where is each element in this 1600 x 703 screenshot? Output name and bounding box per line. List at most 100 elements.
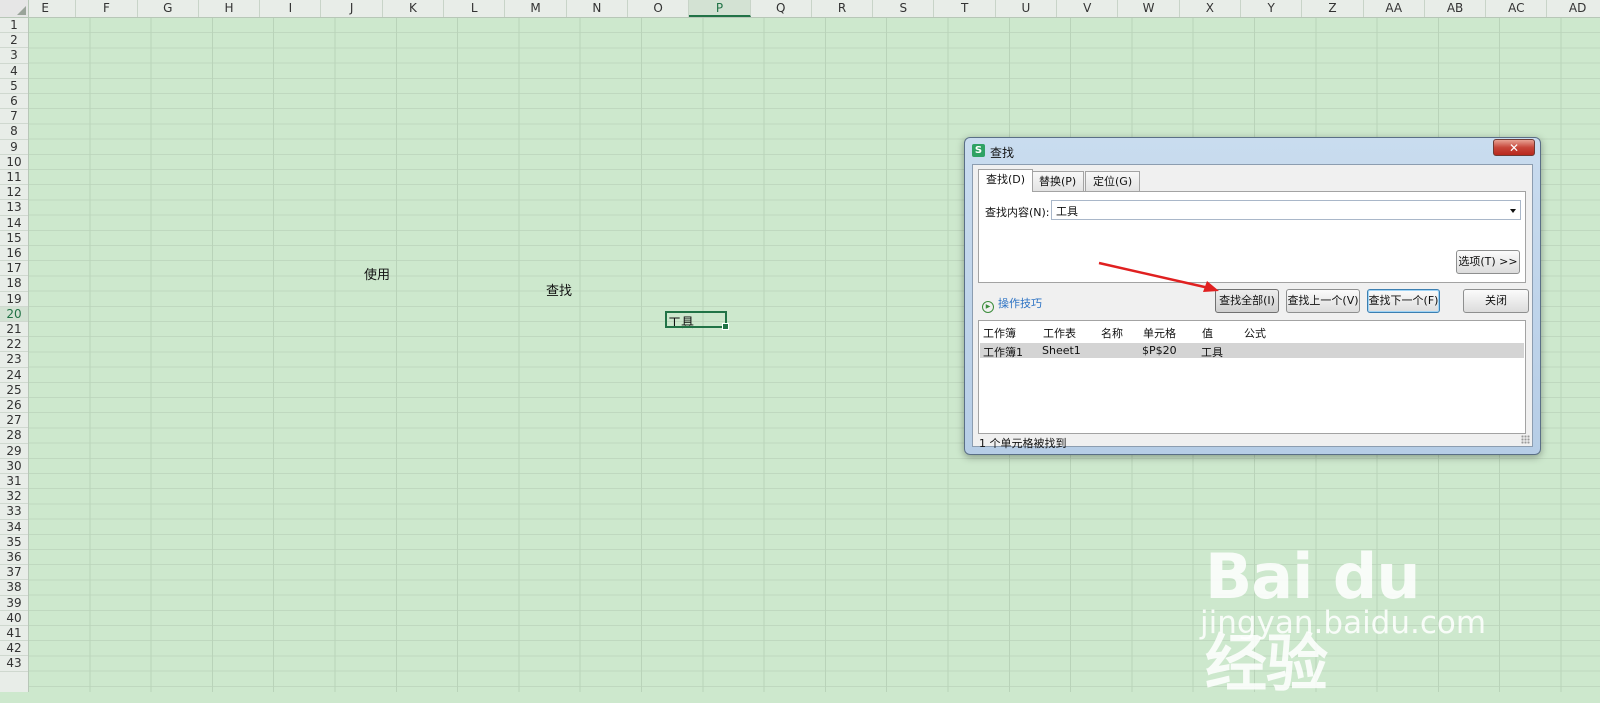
column-header-X[interactable]: X [1180,0,1241,17]
row-header-28[interactable]: 28 [0,428,28,443]
row-header-21[interactable]: 21 [0,322,28,337]
result-workbook: 工作簿1 [983,344,1023,360]
results-header-formula[interactable]: 公式 [1244,325,1266,341]
row-header-12[interactable]: 12 [0,185,28,200]
column-header-M[interactable]: M [505,0,566,17]
column-header-E[interactable]: E [15,0,76,17]
row-header-24[interactable]: 24 [0,368,28,383]
column-header-T[interactable]: T [935,0,996,17]
row-header-34[interactable]: 34 [0,520,28,535]
dialog-titlebar[interactable]: S 查找 ✕ [965,138,1540,164]
column-header-K[interactable]: K [383,0,444,17]
row-header-17[interactable]: 17 [0,261,28,276]
row-header-25[interactable]: 25 [0,383,28,398]
row-header-9[interactable]: 9 [0,140,28,155]
row-header-19[interactable]: 19 [0,292,28,307]
column-header-AB[interactable]: AB [1425,0,1486,17]
close-icon[interactable]: ✕ [1493,139,1535,156]
row-header-14[interactable]: 14 [0,216,28,231]
column-header-N[interactable]: N [567,0,628,17]
column-header-R[interactable]: R [812,0,873,17]
row-header-38[interactable]: 38 [0,580,28,595]
find-what-combobox[interactable]: 工具 [1051,200,1521,220]
row-header-26[interactable]: 26 [0,398,28,413]
row-header-6[interactable]: 6 [0,94,28,109]
annotation-arrow-head [1203,281,1219,292]
column-header-S[interactable]: S [873,0,934,17]
options-button[interactable]: 选项(T) >> [1456,250,1520,274]
row-header-20[interactable]: 20 [0,307,28,322]
find-what-value[interactable]: 工具 [1056,203,1078,219]
row-header-16[interactable]: 16 [0,246,28,261]
find-next-button[interactable]: 查找下一个(F) [1367,289,1440,313]
row-header-40[interactable]: 40 [0,611,28,626]
column-header-AC[interactable]: AC [1486,0,1547,17]
row-header-30[interactable]: 30 [0,459,28,474]
row-header-37[interactable]: 37 [0,565,28,580]
find-previous-button[interactable]: 查找上一个(V) [1286,289,1360,313]
active-cell-outline [665,311,727,328]
column-header-L[interactable]: L [444,0,505,17]
results-list[interactable]: 工作簿 工作表 名称 单元格 值 公式 工作簿1 Sheet1 $P$20 工具 [978,320,1526,434]
result-sheet: Sheet1 [1042,344,1081,357]
row-header-7[interactable]: 7 [0,109,28,124]
column-header-U[interactable]: U [996,0,1057,17]
cell-K17[interactable]: 使用 [364,264,390,283]
row-header-32[interactable]: 32 [0,489,28,504]
row-header-27[interactable]: 27 [0,413,28,428]
row-header-33[interactable]: 33 [0,504,28,519]
tab-find[interactable]: 查找(D) [978,169,1033,192]
dialog-body: 查找(D) 替换(P) 定位(G) 查找内容(N): 工具 选项(T) >> ▶… [972,164,1533,447]
tab-replace[interactable]: 替换(P) [1031,171,1084,191]
column-header-J[interactable]: J [322,0,383,17]
chevron-down-icon[interactable] [1510,209,1516,213]
column-header-Z[interactable]: Z [1302,0,1363,17]
tips-link[interactable]: ▶操作技巧 [982,295,1042,313]
close-button[interactable]: 关闭 [1463,289,1529,313]
row-header-29[interactable]: 29 [0,444,28,459]
column-header-G[interactable]: G [138,0,199,17]
cell-N18[interactable]: 查找 [546,280,572,299]
resize-grip-icon[interactable] [1521,435,1530,444]
row-header-35[interactable]: 35 [0,535,28,550]
row-header-22[interactable]: 22 [0,337,28,352]
row-header-18[interactable]: 18 [0,276,28,291]
column-header-Q[interactable]: Q [751,0,812,17]
row-header-15[interactable]: 15 [0,231,28,246]
column-headers: EFGHIJKLMNOPQRSTUVWXYZAAABACAD [29,0,1600,18]
row-header-2[interactable]: 2 [0,33,28,48]
column-header-W[interactable]: W [1118,0,1179,17]
row-header-10[interactable]: 10 [0,155,28,170]
row-header-39[interactable]: 39 [0,596,28,611]
column-header-AD[interactable]: AD [1548,0,1600,17]
column-header-V[interactable]: V [1057,0,1118,17]
column-header-AA[interactable]: AA [1364,0,1425,17]
row-header-5[interactable]: 5 [0,79,28,94]
results-header-sheet[interactable]: 工作表 [1043,325,1076,341]
column-header-O[interactable]: O [628,0,689,17]
column-header-F[interactable]: F [76,0,137,17]
table-row[interactable]: 工作簿1 Sheet1 $P$20 工具 [980,343,1524,358]
column-header-H[interactable]: H [199,0,260,17]
results-header-workbook[interactable]: 工作簿 [983,325,1016,341]
column-header-P[interactable]: P [689,0,750,17]
results-header-value[interactable]: 值 [1202,325,1213,341]
row-header-4[interactable]: 4 [0,64,28,79]
column-header-Y[interactable]: Y [1241,0,1302,17]
row-header-43[interactable]: 43 [0,656,28,671]
row-header-36[interactable]: 36 [0,550,28,565]
row-header-31[interactable]: 31 [0,474,28,489]
row-header-1[interactable]: 1 [0,18,28,33]
row-header-11[interactable]: 11 [0,170,28,185]
column-header-I[interactable]: I [260,0,321,17]
results-header-name[interactable]: 名称 [1101,325,1123,341]
row-header-42[interactable]: 42 [0,641,28,656]
results-header-cell[interactable]: 单元格 [1143,325,1176,341]
row-header-41[interactable]: 41 [0,626,28,641]
tips-link-label[interactable]: 操作技巧 [998,297,1042,310]
row-header-3[interactable]: 3 [0,48,28,63]
row-header-8[interactable]: 8 [0,124,28,139]
row-header-23[interactable]: 23 [0,352,28,367]
row-header-13[interactable]: 13 [0,200,28,215]
tab-goto[interactable]: 定位(G) [1085,171,1140,191]
